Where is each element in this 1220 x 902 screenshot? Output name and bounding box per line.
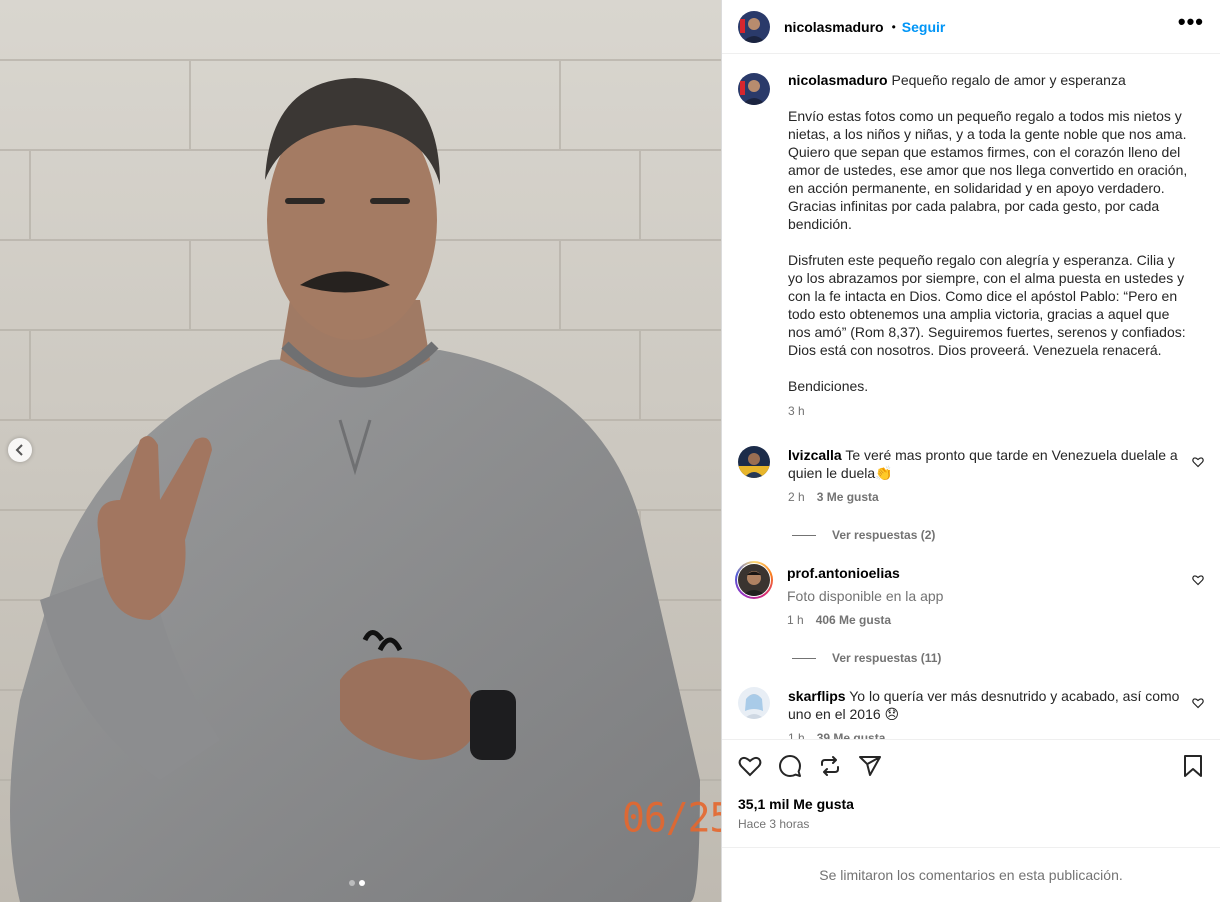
- carousel-prev-button[interactable]: [8, 438, 32, 462]
- photo-date-stamp: 06/25: [622, 794, 721, 842]
- carousel-dot-active: [359, 880, 365, 886]
- comment-meta: 2 h 3 Me gusta: [788, 488, 1188, 506]
- like-comment-heart-icon[interactable]: [1192, 456, 1204, 468]
- comment-time: 1 h: [788, 731, 805, 739]
- like-button[interactable]: [738, 754, 762, 778]
- comment-text: Foto disponible en la app: [787, 588, 944, 604]
- carousel-indicator: [349, 880, 365, 886]
- caption-paragraph: Bendiciones.: [788, 378, 869, 394]
- more-options-icon[interactable]: •••: [1178, 10, 1204, 37]
- comment-time: 1 h: [787, 613, 804, 627]
- like-comment-heart-icon[interactable]: [1192, 574, 1204, 586]
- comment: prof.antonioelias Foto disponible en la …: [735, 561, 1204, 629]
- view-replies-button[interactable]: Ver respuestas (2): [792, 528, 1204, 542]
- comment: lvizcalla Te veré mas pronto que tarde e…: [738, 446, 1204, 506]
- comment-likes[interactable]: 406 Me gusta: [816, 611, 891, 629]
- follow-button[interactable]: Seguir: [902, 19, 946, 35]
- author-username[interactable]: nicolasmaduro: [784, 19, 884, 35]
- author-avatar[interactable]: [738, 10, 770, 43]
- comment-body: lvizcalla Te veré mas pronto que tarde e…: [788, 446, 1188, 506]
- caption-title: Pequeño regalo de amor y esperanza: [891, 72, 1126, 88]
- commenter-username[interactable]: prof.antonioelias: [787, 565, 900, 581]
- comment-text: Yo lo quería ver más desnutrido y acabad…: [788, 688, 1180, 722]
- comment-bubble-icon: [779, 755, 801, 777]
- comment-button[interactable]: [778, 754, 802, 778]
- comment: skarflips Yo lo quería ver más desnutrid…: [738, 687, 1204, 739]
- commenter-avatar[interactable]: [738, 687, 770, 719]
- story-ring[interactable]: [735, 561, 773, 599]
- repost-icon: [821, 756, 839, 776]
- post-photo: [0, 0, 721, 902]
- comment-meta: 1 h 39 Me gusta: [788, 729, 1188, 739]
- caption-paragraph: Envío estas fotos como un pequeño regalo…: [788, 108, 1188, 232]
- post-timestamp[interactable]: Hace 3 horas: [738, 817, 1204, 831]
- caption-time: 3 h: [788, 404, 805, 418]
- replies-divider-line: [792, 534, 816, 536]
- commenter-avatar[interactable]: [738, 446, 770, 478]
- like-comment-heart-icon[interactable]: [1192, 697, 1204, 709]
- caption-avatar[interactable]: [738, 73, 770, 105]
- post-details-panel: nicolasmaduro • Seguir ••• nicolasmaduro…: [721, 0, 1220, 902]
- likes-count[interactable]: 35,1 mil Me gusta: [738, 796, 1204, 812]
- bookmark-icon: [1184, 755, 1202, 777]
- comment-time: 2 h: [788, 490, 805, 504]
- post-header: nicolasmaduro • Seguir •••: [722, 0, 1220, 54]
- caption-paragraph: Disfruten este pequeño regalo con alegrí…: [788, 252, 1186, 358]
- view-replies-label: Ver respuestas (11): [832, 651, 942, 665]
- comment-text: Te veré mas pronto que tarde en Venezuel…: [788, 447, 1178, 481]
- repost-button[interactable]: [818, 754, 842, 778]
- post-actions-section: 35,1 mil Me gusta Hace 3 horas: [722, 739, 1220, 831]
- replies-divider-line: [792, 657, 816, 659]
- share-button[interactable]: [858, 754, 882, 778]
- caption-username[interactable]: nicolasmaduro: [788, 72, 888, 88]
- comments-scroll-area[interactable]: nicolasmaduro Pequeño regalo de amor y e…: [722, 55, 1220, 739]
- comments-limited-notice: Se limitaron los comentarios en esta pub…: [722, 847, 1220, 902]
- action-bar: [738, 740, 1204, 792]
- paper-plane-icon: [859, 756, 881, 776]
- chevron-left-icon: [15, 444, 23, 456]
- post-caption: nicolasmaduro Pequeño regalo de amor y e…: [738, 71, 1204, 420]
- comment-meta: 1 h 406 Me gusta: [787, 611, 1187, 629]
- comment-body: prof.antonioelias Foto disponible en la …: [787, 564, 1187, 629]
- separator-dot: •: [891, 19, 896, 34]
- post-media[interactable]: 06/25: [0, 0, 721, 902]
- comment-likes[interactable]: 3 Me gusta: [817, 488, 879, 506]
- instagram-post: 06/25 nicolasmaduro • Seguir ••• nicolas…: [0, 0, 1220, 902]
- view-replies-label: Ver respuestas (2): [832, 528, 936, 542]
- heart-icon: [738, 756, 762, 777]
- commenter-username[interactable]: skarflips: [788, 688, 846, 704]
- commenter-username[interactable]: lvizcalla: [788, 447, 842, 463]
- caption-text-block: nicolasmaduro Pequeño regalo de amor y e…: [788, 71, 1188, 420]
- view-replies-button[interactable]: Ver respuestas (11): [792, 651, 1204, 665]
- save-button[interactable]: [1182, 754, 1204, 778]
- comment-likes[interactable]: 39 Me gusta: [817, 729, 886, 739]
- comment-body: skarflips Yo lo quería ver más desnutrid…: [788, 687, 1188, 739]
- carousel-dot: [349, 880, 355, 886]
